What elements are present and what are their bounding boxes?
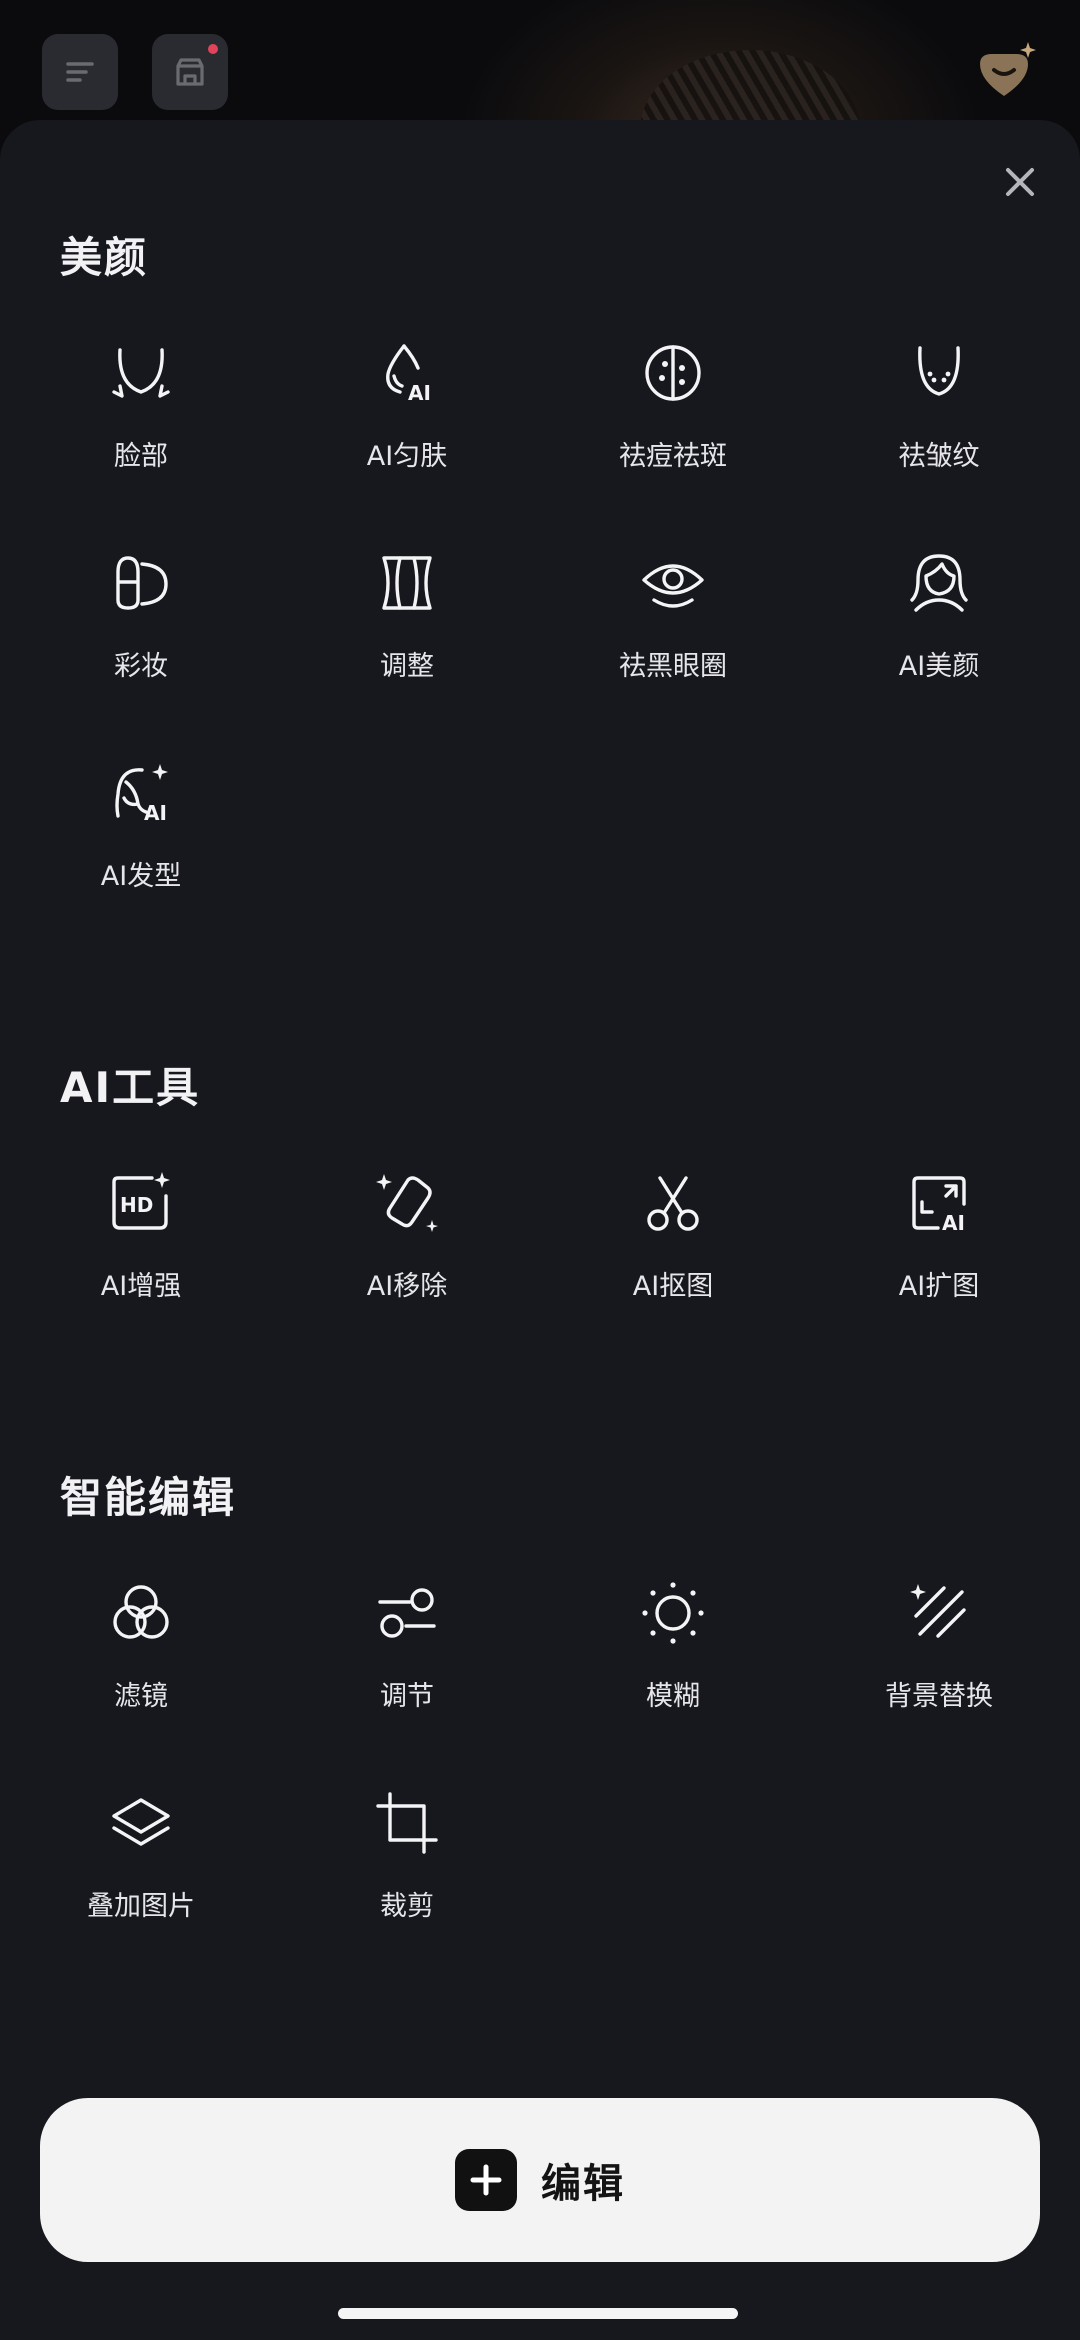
tool-label: 祛皱纹 [898, 441, 980, 472]
body-shape-icon [382, 556, 432, 610]
tool-label: 脸部 [114, 441, 168, 472]
tool-label: 调整 [380, 651, 434, 682]
premium-badge-icon[interactable] [972, 42, 1036, 102]
tool-label: 叠加图片 [87, 1891, 195, 1922]
tool-background-replace[interactable]: 背景替换 [806, 1558, 1072, 1768]
tool-ai-cutout[interactable]: AI抠图 [540, 1148, 806, 1358]
tool-crop[interactable]: 裁剪 [274, 1768, 540, 1978]
beauty-tools-grid: 脸部 AI AI匀肤 祛痘祛斑 祛皱纹 彩妆 调整 祛黑眼圈 AI美颜 AI A… [0, 318, 1080, 948]
tool-acne[interactable]: 祛痘祛斑 [540, 318, 806, 528]
menu-icon [66, 62, 94, 82]
tool-dark-circles[interactable]: 祛黑眼圈 [540, 528, 806, 738]
notification-dot [208, 44, 218, 54]
face-outline-icon [112, 348, 170, 398]
tool-overlay[interactable]: 叠加图片 [8, 1768, 274, 1978]
tool-label: 调节 [380, 1681, 434, 1712]
plus-icon [455, 2149, 517, 2211]
tool-wrinkle[interactable]: 祛皱纹 [806, 318, 1072, 528]
tool-label: AI移除 [366, 1271, 448, 1302]
menu-button[interactable] [42, 34, 118, 110]
tool-label: AI发型 [100, 861, 182, 892]
svg-text:AI: AI [144, 801, 167, 825]
ai-hair-icon: AI [115, 764, 168, 825]
layers-icon [112, 1798, 170, 1846]
tool-label: AI匀肤 [366, 441, 448, 472]
tool-ai-skin[interactable]: AI AI匀肤 [274, 318, 540, 528]
tool-label: 祛痘祛斑 [619, 441, 727, 472]
edit-button[interactable]: 编辑 [40, 2098, 1040, 2262]
tool-ai-enhance[interactable]: HD AI增强 [8, 1148, 274, 1358]
scissors-icon [647, 1176, 699, 1231]
blur-sun-icon [642, 1582, 704, 1644]
section-title-beauty: 美颜 [60, 233, 149, 282]
tool-ai-expand[interactable]: AI AI扩图 [806, 1148, 1072, 1358]
expand-ai-icon: AI [912, 1176, 966, 1235]
close-icon [1006, 168, 1034, 196]
tool-label: 模糊 [646, 1681, 700, 1712]
tool-ai-hair[interactable]: AI AI发型 [8, 738, 274, 948]
close-button[interactable] [992, 154, 1048, 210]
tools-sheet: 美颜 脸部 AI AI匀肤 祛痘祛斑 祛皱纹 彩妆 调整 祛黑眼圈 AI美颜 A… [0, 120, 1080, 2340]
ai-drop-icon: AI [386, 344, 431, 405]
tool-ai-beauty[interactable]: AI美颜 [806, 528, 1072, 738]
store-button[interactable] [152, 34, 228, 110]
background-lines-icon [910, 1584, 966, 1638]
tool-adjust-body[interactable]: 调整 [274, 528, 540, 738]
section-title-ai-tools: AI工具 [60, 1063, 201, 1112]
adjust-sliders-icon [378, 1588, 436, 1638]
filter-circles-icon [113, 1585, 169, 1639]
tool-label: AI增强 [100, 1271, 182, 1302]
smart-edit-grid: 滤镜 调节 模糊 背景替换 叠加图片 裁剪 [0, 1558, 1080, 1978]
svg-text:AI: AI [942, 1211, 965, 1235]
home-indicator[interactable] [338, 2308, 738, 2319]
tool-label: 彩妆 [114, 651, 168, 682]
acne-circle-icon [645, 345, 701, 401]
tool-adjust[interactable]: 调节 [274, 1558, 540, 1768]
tool-label: AI扩图 [898, 1271, 980, 1302]
eye-icon [642, 564, 704, 608]
tool-label: 背景替换 [885, 1681, 993, 1712]
ai-portrait-icon [910, 554, 968, 612]
wrinkle-face-icon [918, 346, 960, 396]
svg-text:AI: AI [408, 381, 431, 405]
section-title-smart-edit: 智能编辑 [60, 1473, 237, 1522]
tool-face[interactable]: 脸部 [8, 318, 274, 528]
makeup-icon [116, 556, 168, 610]
tool-ai-remove[interactable]: AI移除 [274, 1148, 540, 1358]
tool-label: 祛黑眼圈 [619, 651, 727, 682]
ai-tools-grid: HD AI增强 AI移除 AI抠图 AI AI扩图 [0, 1148, 1080, 1358]
tool-label: AI美颜 [898, 651, 980, 682]
tool-makeup[interactable]: 彩妆 [8, 528, 274, 738]
tool-label: 裁剪 [380, 1891, 434, 1922]
hd-enhance-icon: HD [112, 1172, 170, 1230]
tool-label: 滤镜 [114, 1681, 168, 1712]
edit-button-label: 编辑 [541, 2161, 625, 2207]
store-icon [176, 58, 204, 86]
eraser-icon [376, 1174, 438, 1232]
tool-label: AI抠图 [632, 1271, 714, 1302]
svg-text:HD: HD [120, 1193, 153, 1217]
tool-blur[interactable]: 模糊 [540, 1558, 806, 1768]
crop-icon [376, 1792, 438, 1854]
tool-filter[interactable]: 滤镜 [8, 1558, 274, 1768]
